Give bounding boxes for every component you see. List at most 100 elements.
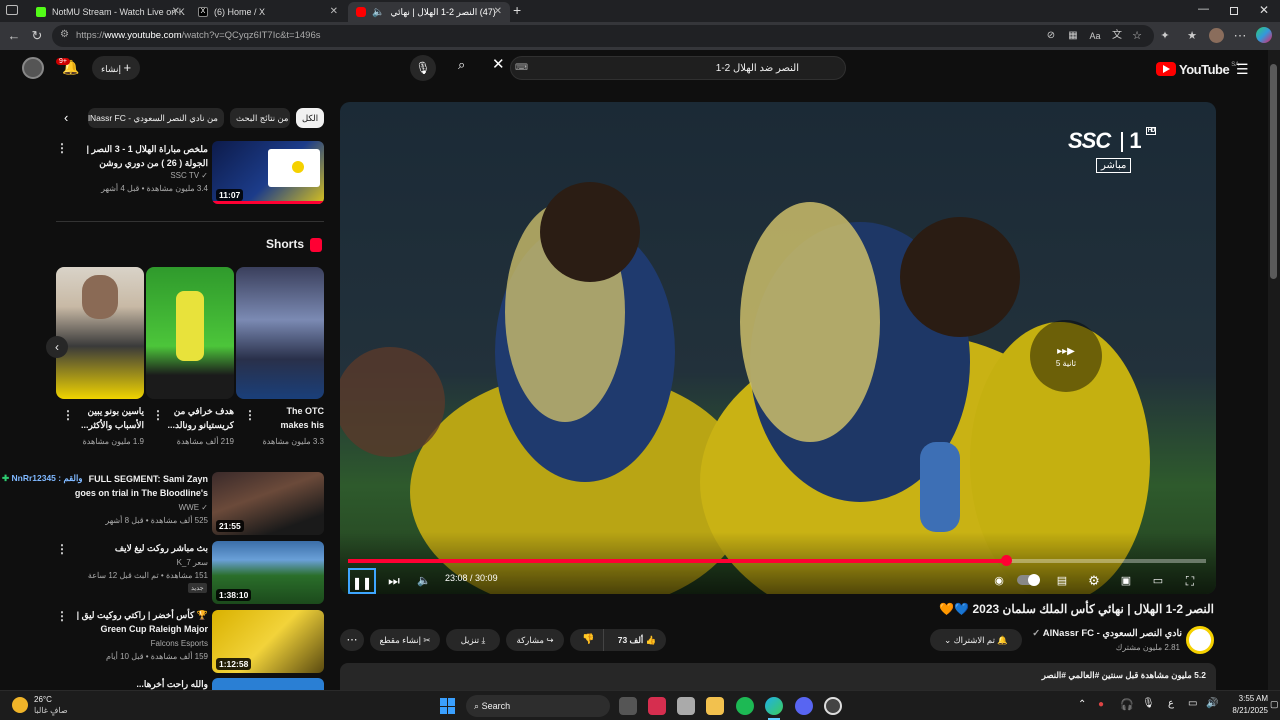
more-actions-button[interactable]: ⋯ <box>340 629 364 651</box>
more-actions-icon[interactable]: ⋮ <box>56 141 68 155</box>
search-input[interactable]: النصر ضد الهلال 2-1 ⌨ <box>510 56 846 80</box>
file-explorer-icon[interactable] <box>706 697 724 715</box>
more-actions-icon[interactable]: ⋮ <box>56 609 68 623</box>
autoplay-toggle[interactable] <box>1017 574 1040 586</box>
short-title[interactable]: ياسين بونو يبين الأسباب والأكثر... <box>74 404 144 432</box>
clear-search-icon[interactable]: ✕ <box>492 55 505 73</box>
video-channel[interactable]: سعر K_7 <box>70 558 208 567</box>
create-button[interactable]: إنشاء + <box>92 56 140 80</box>
more-actions-icon[interactable]: ⋮ <box>62 408 74 422</box>
more-menu-icon[interactable]: ⋯ <box>1232 28 1248 44</box>
profile-avatar[interactable] <box>1209 28 1224 43</box>
video-title[interactable]: ملخص مباراة الهلال 1 - 3 النصر | الجولة … <box>70 142 208 170</box>
input-language[interactable]: ع <box>1168 698 1174 709</box>
page-scrollbar[interactable] <box>1268 50 1280 690</box>
headphones-icon[interactable]: 🎧 <box>1120 698 1134 711</box>
video-title[interactable]: FULL SEGMENT: Sami Zayn goes on trial in… <box>70 472 208 500</box>
miniplayer-icon[interactable]: ▣ <box>1117 572 1135 590</box>
close-window-button[interactable]: ✕ <box>1259 3 1269 17</box>
minimize-button[interactable]: — <box>1198 3 1209 15</box>
network-icon[interactable]: ▭ <box>1188 698 1197 709</box>
tab-close-icon[interactable]: ✕ <box>330 6 338 17</box>
edge-browser-icon[interactable] <box>765 697 783 715</box>
progress-scrubber[interactable] <box>1001 555 1013 566</box>
app-icon[interactable]: ▦ <box>1065 28 1081 44</box>
chip-all[interactable]: الكل <box>296 108 324 128</box>
new-tab-button[interactable]: + <box>513 2 521 18</box>
app-grid-icon[interactable] <box>677 697 695 715</box>
video-channel[interactable]: ✓ WWE <box>70 503 208 512</box>
video-thumbnail[interactable]: 11:07 <box>212 141 324 204</box>
tab-close-icon[interactable]: ✕ <box>494 6 502 17</box>
chips-prev-icon[interactable]: ‹ <box>64 110 68 125</box>
search-button[interactable]: ⌕ <box>458 57 465 73</box>
favorite-star-icon[interactable]: ☆ <box>1129 28 1145 44</box>
read-aloud-icon[interactable]: Aa <box>1087 28 1103 44</box>
short-thumbnail[interactable] <box>146 267 234 399</box>
video-title[interactable]: بث مباشر روكت ليغ لايف <box>70 541 208 555</box>
extensions-puzzle-icon[interactable]: ✦ <box>1157 28 1173 44</box>
extension-icon[interactable]: ⊘ <box>1043 28 1059 44</box>
youtube-logo[interactable]: YouTube SA <box>1156 60 1239 78</box>
favorites-icon[interactable]: ★ <box>1184 28 1200 44</box>
keyboard-icon[interactable]: ⌨ <box>515 62 528 73</box>
task-view-icon[interactable] <box>619 697 637 715</box>
notification-center-icon[interactable]: ▢ <box>1270 699 1279 710</box>
short-thumbnail[interactable] <box>236 267 324 399</box>
tab-close-icon[interactable]: ✕ <box>172 6 180 17</box>
tab-x-home[interactable]: X (6) Home / X ✕ <box>190 2 346 22</box>
microphone-icon[interactable]: 🎙 <box>1142 698 1155 709</box>
video-thumbnail[interactable]: 1:38:10 <box>212 541 324 604</box>
shorts-prev-button[interactable]: ‹ <box>46 336 68 358</box>
chip-channel[interactable]: من نادي النصر السعودي - AlNassr FC <box>88 108 224 128</box>
chip-search-results[interactable]: من نتائج البحث <box>230 108 290 128</box>
weather-icon[interactable] <box>12 697 28 713</box>
subtitles-icon[interactable]: ▤ <box>1053 572 1071 590</box>
channel-name[interactable]: نادي النصر السعودي - AlNassr FC ✓ <box>1032 628 1182 639</box>
more-actions-icon[interactable]: ⋮ <box>152 408 164 422</box>
tray-overflow-icon[interactable]: ⌃ <box>1078 699 1086 710</box>
back-arrow-icon[interactable]: ← <box>6 28 22 44</box>
speaker-icon[interactable]: 🔈 <box>372 7 384 18</box>
subscribed-button[interactable]: ⌄ تم الاشتراك 🔔 <box>930 629 1022 651</box>
clock-time[interactable]: 3:55 AM <box>1224 694 1268 703</box>
description-box[interactable]: 5.2 مليون مشاهدة قبل سنتين #العالمي #الن… <box>340 663 1216 690</box>
address-bar[interactable]: ⚙ https://www.youtube.com/watch?v=QCyqz6… <box>52 25 1154 47</box>
next-button[interactable]: ⏭ <box>385 572 403 590</box>
reload-icon[interactable]: ↻ <box>29 28 45 44</box>
voice-search-button[interactable]: 🎙 <box>410 55 436 81</box>
dislike-button[interactable]: 👎 <box>574 629 604 651</box>
discord-icon[interactable] <box>795 697 813 715</box>
tab-kick[interactable]: NotMU Stream - Watch Live on K ✕ <box>28 2 188 22</box>
translate-icon[interactable]: 文 <box>1109 28 1125 44</box>
app-circle-icon[interactable] <box>824 697 842 715</box>
fullscreen-icon[interactable]: ⛶ <box>1181 572 1199 590</box>
video-channel[interactable]: Falcons Esports <box>70 639 208 648</box>
tray-app-icon[interactable]: ● <box>1098 699 1104 710</box>
short-thumbnail[interactable] <box>56 267 144 399</box>
video-thumbnail[interactable]: 21:55 <box>212 472 324 535</box>
video-channel[interactable]: ✓ SSC TV <box>70 171 208 180</box>
more-actions-icon[interactable]: ⋮ <box>244 408 256 422</box>
clock-date[interactable]: 8/21/2025 <box>1220 706 1268 715</box>
settings-gear-icon[interactable]: ⚙ <box>1085 572 1103 590</box>
download-button[interactable]: تنزيل ⤓ <box>446 629 500 651</box>
site-info-icon[interactable]: ⚙ <box>60 29 69 40</box>
progress-bar[interactable] <box>348 555 1206 566</box>
theater-mode-icon[interactable]: ▭ <box>1149 572 1167 590</box>
scrollbar-thumb[interactable] <box>1270 64 1277 279</box>
volume-button[interactable]: 🔈 <box>415 572 433 590</box>
maximize-button[interactable] <box>1230 7 1238 15</box>
start-button[interactable] <box>440 698 456 714</box>
short-title[interactable]: The OTC makes his <box>256 404 324 432</box>
video-title[interactable]: 🏆 كأس أخضر | راكتي روكيت ليق | Green Cup… <box>70 608 208 636</box>
eye-icon[interactable]: ◉ <box>990 572 1008 590</box>
video-thumbnail[interactable]: 1:12:58 <box>212 610 324 673</box>
spotify-icon[interactable] <box>736 697 754 715</box>
taskbar-search[interactable]: ⌕ Search <box>466 695 610 717</box>
tab-actions-icon[interactable] <box>6 5 18 15</box>
tab-youtube[interactable]: 🔈 (47) النصر 2-1 الهلال | نهائي ✕ <box>348 2 510 22</box>
app-red-icon[interactable] <box>648 697 666 715</box>
clip-button[interactable]: إنشاء مقطع ✂ <box>370 629 440 651</box>
guide-menu-icon[interactable]: ☰ <box>1236 61 1249 78</box>
